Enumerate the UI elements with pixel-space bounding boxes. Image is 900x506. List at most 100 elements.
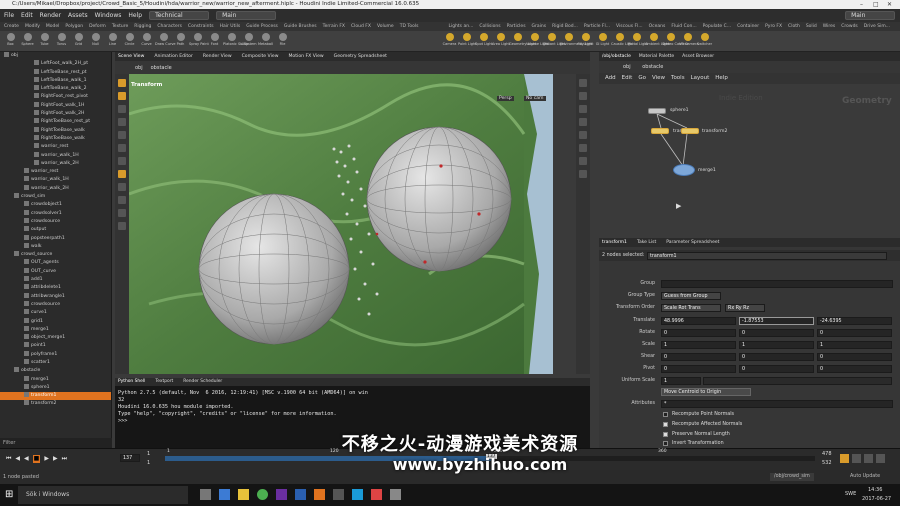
tree-item[interactable]: crowd_sim [0, 193, 111, 201]
stop-icon[interactable]: ■ [32, 455, 41, 463]
shelf-tab[interactable]: Model [46, 22, 60, 31]
menu-assets[interactable]: Assets [68, 12, 88, 19]
shelf-tab[interactable]: Create [4, 22, 19, 31]
attributes-field[interactable]: * [661, 399, 893, 408]
shading-icon[interactable] [579, 92, 587, 100]
node-name-field[interactable]: transform1 [647, 251, 887, 260]
menu-windows[interactable]: Windows [95, 12, 122, 19]
shelf-tab[interactable]: Container [737, 22, 759, 31]
node-merge1[interactable] [673, 164, 695, 176]
transform-tool-icon[interactable] [118, 92, 126, 100]
tab-render-view[interactable]: Render View [203, 52, 232, 61]
play-icon[interactable]: ▶ [44, 455, 49, 463]
preserve-normal-checkbox[interactable] [663, 432, 668, 437]
clock-date[interactable]: 2017-06-27 [862, 496, 891, 502]
tree-item[interactable]: popsteerpath1 [0, 234, 111, 243]
view-tool-icon[interactable] [118, 157, 126, 165]
tree-item[interactable]: attribdelete1 [0, 284, 111, 292]
tree-item[interactable]: obstacle [0, 367, 111, 375]
scene-viewport[interactable]: Transform No cam Persp [129, 74, 553, 374]
menu-edit[interactable]: Edit [21, 12, 33, 19]
sphere-left[interactable] [198, 193, 350, 345]
tree-item[interactable]: warrior_walk_2H [0, 159, 111, 168]
explorer-icon[interactable] [238, 489, 249, 500]
chrome-icon[interactable] [257, 489, 268, 500]
sphere-right[interactable] [366, 126, 512, 272]
move-centroid-button[interactable]: Move Centroid to Origin [661, 387, 751, 396]
tree-item[interactable]: RightToeBase_walk [0, 126, 111, 135]
shelf-tab[interactable]: Deform [89, 22, 106, 31]
light-tool-button[interactable]: VR Camera [679, 31, 699, 51]
shelf-tool-button[interactable]: Draw Curve [155, 31, 176, 51]
options-icon[interactable] [876, 454, 885, 463]
python-prompt[interactable]: >>> [118, 418, 368, 425]
translate-x-field[interactable]: 48.9996 [661, 316, 736, 325]
tree-item[interactable]: crowdsource [0, 300, 111, 309]
tree-item[interactable]: attribwrangle1 [0, 292, 111, 301]
tree-item[interactable]: LeftFoot_walk_2H_pt [0, 60, 111, 68]
shelf-tab[interactable]: Cloud FX [351, 22, 371, 31]
group-type-select[interactable]: Guess from Group [661, 291, 721, 300]
wireframe-icon[interactable] [579, 105, 587, 113]
light-tool-button[interactable]: Portal Light [628, 31, 648, 51]
translate-z-field[interactable]: -24.6395 [817, 316, 892, 325]
shelf-tab[interactable]: Wires [823, 22, 835, 31]
taskbar-search[interactable]: Sök i Windows [18, 486, 188, 504]
camera-menu[interactable]: No cam [524, 96, 546, 101]
shelf-tab[interactable]: Cloth [788, 22, 800, 31]
invert-checkbox[interactable] [663, 441, 668, 446]
select-prims-icon[interactable] [118, 209, 126, 217]
snap-tool-icon[interactable] [118, 170, 126, 178]
pivot-x-field[interactable]: 0 [661, 364, 736, 373]
tree-item[interactable]: merge1 [0, 325, 111, 334]
tab-motion-fx-view[interactable]: Motion FX View [288, 52, 323, 61]
node-transform2[interactable] [681, 128, 699, 134]
camera-icon[interactable] [579, 131, 587, 139]
network-graph[interactable]: Indie Edition Geometry sphere1 transform… [599, 84, 900, 242]
light-tool-button[interactable]: Caustic Light [611, 31, 634, 51]
shelf-tab[interactable]: Lights an... [448, 22, 473, 31]
shelf-tab[interactable]: Grains [532, 22, 547, 31]
tree-item[interactable]: curve1 [0, 309, 111, 317]
tree-item[interactable]: warrior_walk_1H [0, 176, 111, 184]
shelf-tab[interactable]: Rigid Bod... [552, 22, 578, 31]
display-options-icon[interactable] [579, 79, 587, 87]
rotate-z-field[interactable]: 0 [817, 328, 892, 337]
shelf-tab[interactable]: Particles [507, 22, 526, 31]
tree-item[interactable]: output [0, 226, 111, 234]
light-tool-button[interactable]: Sky Light [577, 31, 594, 51]
app-icon[interactable] [333, 489, 344, 500]
first-frame-icon[interactable]: ⏮ [6, 455, 11, 463]
select-edges-icon[interactable] [118, 196, 126, 204]
node-transform1[interactable] [651, 128, 669, 134]
tree-item[interactable]: transform2 [0, 400, 111, 408]
light-tool-button[interactable]: Volume Light [526, 31, 549, 51]
net-menu-tools[interactable]: Tools [671, 73, 685, 84]
tree-item[interactable]: OUT_agents [0, 259, 111, 267]
close-icon[interactable]: ✕ [887, 0, 892, 9]
tab-transform1[interactable]: transform1 [602, 238, 627, 247]
light-tool-button[interactable]: Area Light [492, 31, 510, 51]
rotate-y-field[interactable]: 0 [739, 328, 814, 337]
tree-item[interactable]: obj [0, 52, 111, 60]
shelf-tab[interactable]: Hair Utils [220, 22, 241, 31]
next-key-icon[interactable]: ▶ [53, 455, 58, 463]
net-menu-edit[interactable]: Edit [622, 73, 633, 84]
shelf-tool-button[interactable]: Tube [36, 31, 53, 51]
auto-update-menu[interactable]: Auto Update [850, 473, 880, 481]
tree-item[interactable]: merge1 [0, 375, 111, 384]
tab-obj-obstacle[interactable]: /obj/obstacle [602, 52, 631, 61]
shelf-tab[interactable]: Guide Process [246, 22, 278, 31]
shelf-tool-button[interactable]: Line [104, 31, 121, 51]
rotate-x-field[interactable]: 0 [661, 328, 736, 337]
shelf-tool-button[interactable]: Box [2, 31, 19, 51]
shelf-tool-button[interactable]: Path [172, 31, 189, 51]
shelf-tab[interactable]: Characters [157, 22, 182, 31]
shelf-tab[interactable]: Guide Brushes [284, 22, 317, 31]
tree-item[interactable]: LeftToeBase_walk_2 [0, 85, 111, 93]
tab-render-scheduler[interactable]: Render Scheduler [183, 378, 222, 386]
shelf-tool-button[interactable]: Sphere [19, 31, 36, 51]
path-obj[interactable]: obj [135, 65, 143, 71]
tree-item[interactable]: warrior_rest [0, 168, 111, 176]
path-obstacle[interactable]: obstacle [151, 65, 172, 71]
